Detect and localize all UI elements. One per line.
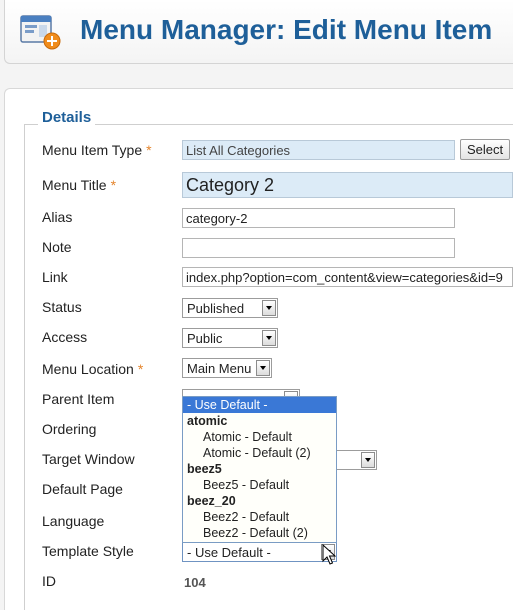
dropdown-option[interactable]: Beez5 - Default [183,477,336,493]
select-type-button[interactable]: Select [460,139,511,160]
details-legend: Details [38,109,96,126]
template-style-dropdown: - Use Default - atomic Atomic - Default … [182,396,337,543]
template-style-select[interactable]: - Use Default - [182,542,337,562]
dropdown-option[interactable]: - Use Default - [183,397,336,413]
menu-manager-icon [20,15,61,50]
menu-title-label: Menu Title * [42,177,117,193]
parent-item-label: Parent Item [42,391,115,407]
menu-title-input[interactable]: Category 2 [182,172,513,198]
chevron-down-icon [256,360,270,376]
note-input[interactable] [182,238,455,258]
note-label: Note [42,239,72,255]
menu-location-label: Menu Location * [42,361,144,377]
target-window-label: Target Window [42,451,135,467]
language-label: Language [42,513,105,529]
alias-label: Alias [42,209,73,225]
access-select[interactable]: Public [182,328,278,348]
template-style-label: Template Style [42,543,134,559]
page-title: Menu Manager: Edit Menu Item [80,14,493,45]
alias-input[interactable]: category-2 [182,208,455,228]
ordering-label: Ordering [42,421,97,437]
default-page-label: Default Page [42,481,123,497]
id-value: 104 [184,575,206,590]
link-input[interactable]: index.php?option=com_content&view=catego… [182,267,513,287]
dropdown-group: beez5 [187,462,222,476]
dropdown-option[interactable]: Beez2 - Default [183,509,336,525]
page-header: Menu Manager: Edit Menu Item [4,0,513,64]
chevron-down-icon [262,330,276,346]
id-label: ID [42,573,56,589]
menu-item-type-field: List All Categories [182,140,455,160]
dropdown-option[interactable]: Atomic - Default (2) [183,445,336,461]
status-select[interactable]: Published [182,298,278,318]
status-label: Status [42,299,82,315]
chevron-down-icon [361,452,375,468]
dropdown-option[interactable]: Beez2 - Default (2) [183,525,336,541]
menu-item-type-label: Menu Item Type * [42,142,152,158]
dropdown-option[interactable]: Atomic - Default [183,429,336,445]
dropdown-group: beez_20 [187,494,236,508]
chevron-down-icon [262,300,276,316]
dropdown-group: atomic [187,414,228,428]
mouse-cursor-icon [322,544,336,565]
link-label: Link [42,269,68,285]
access-label: Access [42,329,88,345]
menu-location-select[interactable]: Main Menu [182,358,272,378]
